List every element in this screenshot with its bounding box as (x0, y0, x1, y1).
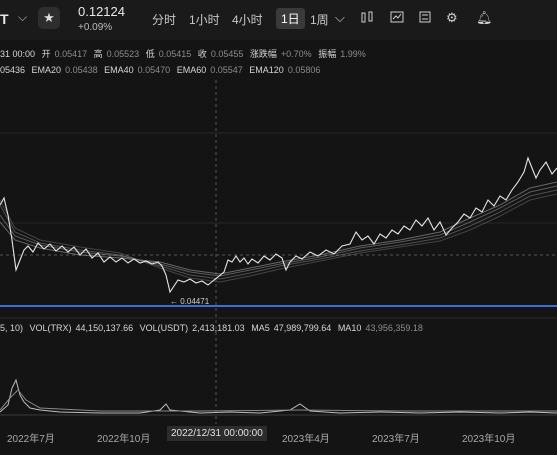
ma5-value: 47,989,799.64 (273, 323, 332, 333)
ma10-label: MA10 (337, 323, 362, 333)
ema-line (0, 193, 557, 283)
vol-usdt-label: VOL(USDT) (139, 323, 189, 333)
vol-usdt-value: 2,413,181.03 (192, 323, 245, 333)
volume-ma-line (0, 389, 557, 412)
x-axis-label: 2022年7月 (7, 434, 55, 445)
volume-bars (0, 378, 557, 414)
x-axis-label: 2022年10月 (97, 434, 151, 445)
low-price-marker: ← 0.04471 (170, 297, 210, 306)
crosshair-date-label: 2022/12/31 00:00:00 (167, 426, 267, 441)
vol-trx-value: 44,150,137.66 (75, 323, 134, 333)
ma5-label: MA5 (251, 323, 270, 333)
ema-line (0, 189, 557, 280)
price-chart[interactable] (0, 0, 557, 455)
x-axis-label: 2023年4月 (282, 434, 330, 445)
x-axis-label: 2023年7月 (372, 434, 420, 445)
vol-trx-label: VOL(TRX) (29, 323, 72, 333)
ma10-value: 43,956,359.18 (365, 323, 423, 333)
x-axis-label: 2023年10月 (462, 434, 516, 445)
price-line (0, 156, 557, 294)
volume-row: 5, 10) VOL(TRX) 44,150,137.66 VOL(USDT) 2,… (0, 323, 427, 333)
volume-params: 5, 10) (0, 323, 24, 333)
